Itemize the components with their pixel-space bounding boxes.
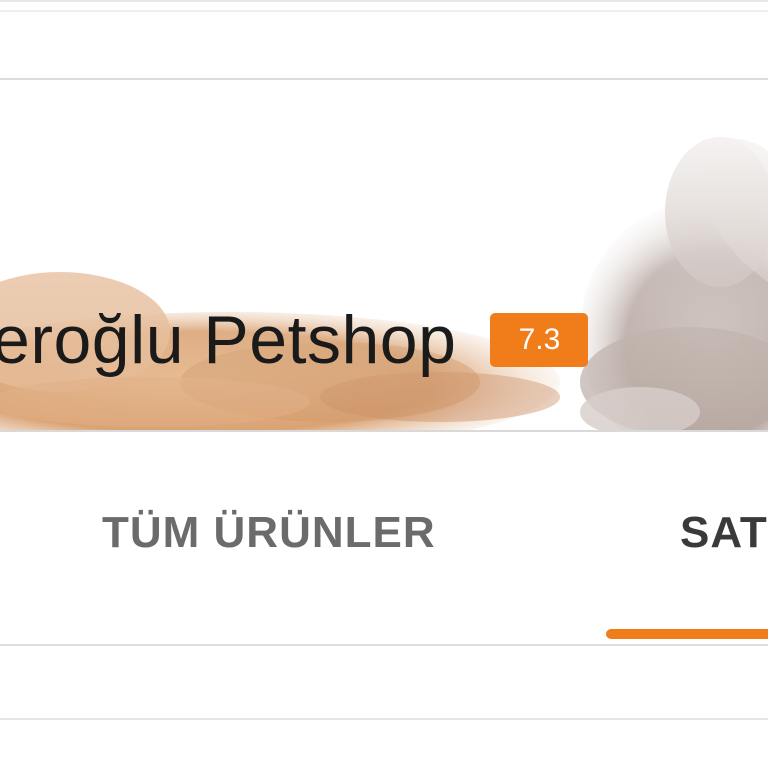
- rating-badge: 7.3: [490, 313, 589, 367]
- store-page: eroğlu Petshop 7.3 TÜM ÜRÜNLER SAT: [0, 0, 768, 768]
- store-name: eroğlu Petshop: [0, 302, 457, 378]
- active-tab-underline: [606, 629, 768, 639]
- tab-all-products[interactable]: TÜM ÜRÜNLER: [102, 507, 436, 559]
- tabs-divider: [0, 644, 768, 646]
- section-divider: [0, 718, 768, 720]
- tab-active[interactable]: SAT: [680, 507, 768, 559]
- top-divider: [0, 10, 768, 12]
- top-bar: [0, 0, 768, 80]
- store-title-row: eroğlu Petshop 7.3: [0, 300, 589, 380]
- store-banner: eroğlu Petshop 7.3: [0, 82, 768, 432]
- store-tabs: TÜM ÜRÜNLER SAT: [0, 432, 768, 644]
